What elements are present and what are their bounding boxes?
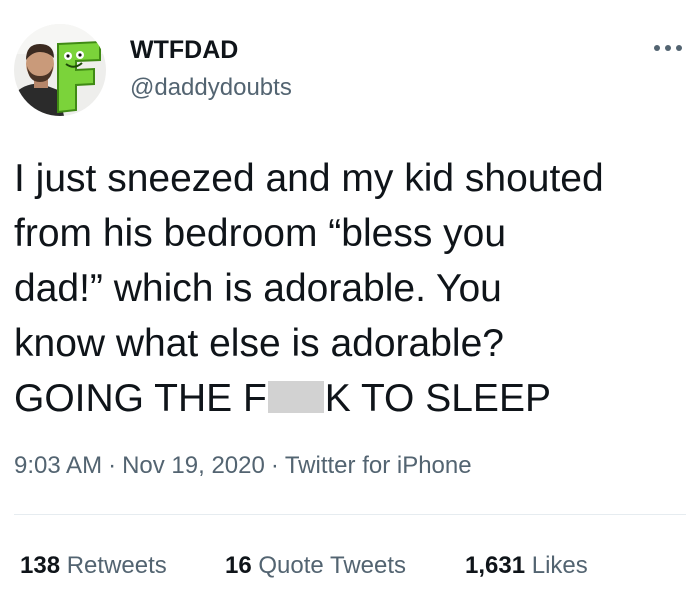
quote-tweets-count: 16: [225, 552, 252, 579]
quote-tweets-label: Quote Tweets: [258, 552, 407, 579]
retweets-stat[interactable]: 138 Retweets: [20, 552, 167, 580]
tweet-text-before-censor: GOING THE F: [14, 377, 267, 420]
tweet-date[interactable]: Nov 19, 2020: [122, 452, 265, 479]
more-options-button[interactable]: [648, 36, 688, 60]
likes-count: 1,631: [465, 552, 526, 579]
tweet-text-line: know what else is adorable?: [14, 322, 504, 365]
meta-separator: ·: [270, 452, 279, 479]
user-handle[interactable]: @daddydoubts: [130, 74, 292, 102]
retweets-label: Retweets: [66, 552, 167, 579]
tweet-text-line: I just sneezed and my kid shouted: [14, 157, 604, 200]
tweet-text: I just sneezed and my kid shouted from h…: [14, 151, 690, 426]
quote-tweets-stat[interactable]: 16 Quote Tweets: [225, 552, 406, 580]
tweet-metadata: 9:03 AM · Nov 19, 2020 · Twitter for iPhone: [14, 452, 472, 480]
likes-stat[interactable]: 1,631 Likes: [465, 552, 588, 580]
retweets-count: 138: [20, 552, 61, 579]
more-options-dots-icon: [654, 45, 682, 51]
tweet-text-line: from his bedroom “bless you: [14, 212, 507, 255]
tweet-text-after-censor: K TO SLEEP: [324, 377, 551, 420]
tweet-card: WTFDAD @daddydoubts I just sneezed and m…: [0, 0, 700, 598]
likes-label: Likes: [531, 552, 588, 579]
tweet-text-line-censored: GOING THE F K TO SLEEP: [14, 371, 690, 426]
meta-separator: ·: [108, 452, 117, 479]
display-name[interactable]: WTFDAD: [130, 36, 238, 64]
censor-box: [267, 381, 324, 413]
avatar[interactable]: [14, 24, 106, 116]
tweet-source[interactable]: Twitter for iPhone: [285, 452, 472, 479]
divider: [14, 514, 686, 515]
tweet-time[interactable]: 9:03 AM: [14, 452, 102, 479]
profile-photo-icon: [14, 24, 106, 116]
tweet-text-line: dad!” which is adorable. You: [14, 267, 502, 310]
